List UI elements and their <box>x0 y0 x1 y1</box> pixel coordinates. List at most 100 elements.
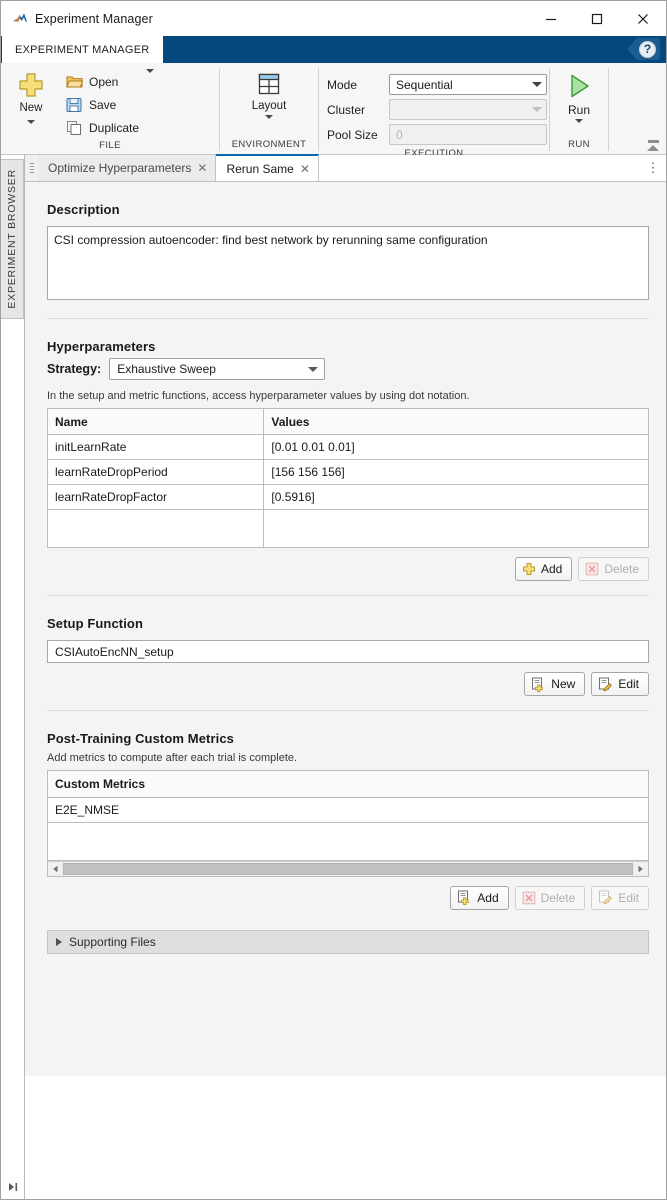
open-button-label: Open <box>89 75 118 89</box>
cell-values[interactable]: [156 156 156] <box>264 460 649 485</box>
column-header-custom-metrics[interactable]: Custom Metrics <box>48 771 648 797</box>
column-header-values[interactable]: Values <box>264 409 649 435</box>
tab-optimize-hyperparameters[interactable]: Optimize Hyperparameters ✕ <box>38 155 216 181</box>
scroll-left-arrow-icon[interactable] <box>49 865 62 873</box>
matlab-logo-icon <box>1 12 31 26</box>
mode-select[interactable]: Sequential <box>389 74 547 95</box>
tab-close-icon[interactable]: ✕ <box>197 162 207 174</box>
ribbon-group-file-label: FILE <box>1 139 219 154</box>
pool-size-input[interactable]: 0 <box>389 124 547 145</box>
hyperparameter-add-button[interactable]: Add <box>515 557 572 581</box>
column-header-name[interactable]: Name <box>48 409 264 435</box>
cell-name[interactable]: learnRateDropPeriod <box>48 460 264 485</box>
strategy-row: Strategy: Exhaustive Sweep <box>47 358 649 390</box>
table-row[interactable]: E2E_NMSE <box>48 797 648 822</box>
maximize-button[interactable] <box>574 2 620 36</box>
pool-size-value: 0 <box>396 128 542 142</box>
delete-button-label: Delete <box>604 562 639 576</box>
content-column: Optimize Hyperparameters ✕ Rerun Same ✕ … <box>25 155 666 1199</box>
layout-dropdown-caret-icon[interactable] <box>265 115 273 119</box>
custom-metrics-table[interactable]: Custom Metrics E2E_NMSE <box>48 771 648 861</box>
close-button[interactable] <box>620 2 666 36</box>
custom-metrics-button-row: Add Delete <box>47 877 649 910</box>
setup-function-input[interactable]: CSIAutoEncNN_setup <box>47 640 649 663</box>
cell-name[interactable]: learnRateDropFactor <box>48 485 264 510</box>
supporting-files-accordion[interactable]: Supporting Files <box>47 930 649 954</box>
ribbon-group-run: Run RUN <box>550 63 608 154</box>
cell-metric-name[interactable]: E2E_NMSE <box>48 797 648 822</box>
save-button[interactable]: Save <box>63 93 156 116</box>
spacer <box>47 581 649 595</box>
hyperparameters-heading: Hyperparameters <box>47 319 649 358</box>
duplicate-button[interactable]: Duplicate <box>63 116 156 139</box>
title-bar: Experiment Manager <box>1 1 666 36</box>
cluster-select[interactable] <box>389 99 547 120</box>
scrollbar-track[interactable] <box>62 863 634 875</box>
open-button[interactable]: Open <box>63 70 156 93</box>
experiment-browser-label: EXPERIMENT BROWSER <box>6 169 18 309</box>
minimize-button[interactable] <box>528 2 574 36</box>
pool-size-row: Pool Size 0 <box>327 122 547 147</box>
help-button[interactable]: ? <box>627 38 660 60</box>
new-button[interactable]: New <box>7 68 55 124</box>
new-dropdown-caret-icon[interactable] <box>27 120 35 124</box>
tab-overflow-menu-icon[interactable]: ⋮ <box>644 155 662 181</box>
table-row-empty[interactable] <box>48 510 649 548</box>
table-row[interactable]: learnRateDropPeriod [156 156 156] <box>48 460 649 485</box>
sidebar-item-experiment-browser[interactable]: EXPERIMENT BROWSER <box>1 159 24 319</box>
collapse-ribbon-button[interactable] <box>645 138 661 152</box>
layout-button[interactable]: Layout <box>230 68 308 119</box>
setup-function-heading: Setup Function <box>47 596 649 640</box>
setup-function-button-row: New Edit <box>47 663 649 696</box>
cell-values[interactable]: [0.5916] <box>264 485 649 510</box>
mode-row: Mode Sequential <box>327 72 547 97</box>
tab-close-icon[interactable]: ✕ <box>300 163 310 175</box>
experiment-definition-page: Description CSI compression autoencoder:… <box>25 182 666 954</box>
cell-empty[interactable] <box>48 510 264 548</box>
scrollbar-thumb[interactable] <box>63 863 633 875</box>
new-button-label: New <box>551 677 575 691</box>
custom-metric-edit-button[interactable]: Edit <box>591 886 649 910</box>
cell-name[interactable]: initLearnRate <box>48 435 264 460</box>
tab-experiment-manager[interactable]: EXPERIMENT MANAGER <box>2 36 163 63</box>
table-header-row: Name Values <box>48 409 649 435</box>
tab-bar-grip[interactable] <box>25 155 38 181</box>
ribbon-group-environment-label: ENVIRONMENT <box>220 138 318 154</box>
chevron-down-icon <box>532 107 542 112</box>
cell-empty[interactable] <box>264 510 649 548</box>
spacer <box>47 300 649 318</box>
run-button[interactable]: Run <box>552 68 606 123</box>
tab-rerun-same[interactable]: Rerun Same ✕ <box>216 154 318 181</box>
scroll-right-arrow-icon[interactable] <box>634 865 647 873</box>
window-title: Experiment Manager <box>35 12 153 26</box>
setup-function-new-button[interactable]: New <box>524 672 585 696</box>
description-textarea[interactable]: CSI compression autoencoder: find best n… <box>47 226 649 300</box>
cell-empty[interactable] <box>48 822 648 860</box>
supporting-files-label: Supporting Files <box>69 935 156 949</box>
expand-panel-button[interactable] <box>1 1181 24 1193</box>
add-file-icon <box>457 890 472 905</box>
save-button-label: Save <box>89 98 116 112</box>
run-dropdown-caret-icon[interactable] <box>575 119 583 123</box>
ribbon-group-file: New Open <box>1 63 219 154</box>
help-chevron-shape <box>627 38 637 60</box>
cell-values[interactable]: [0.01 0.01 0.01] <box>264 435 649 460</box>
expand-panel-icon <box>6 1181 20 1193</box>
strategy-label: Strategy: <box>47 362 101 376</box>
custom-metric-add-button[interactable]: Add <box>450 886 508 910</box>
table-row-empty[interactable] <box>48 822 648 860</box>
collapse-ribbon-arrow-icon <box>647 145 659 151</box>
custom-metric-delete-button[interactable]: Delete <box>515 886 586 910</box>
pool-size-label: Pool Size <box>327 128 389 142</box>
table-row[interactable]: initLearnRate [0.01 0.01 0.01] <box>48 435 649 460</box>
hyperparameters-table[interactable]: Name Values initLearnRate [0.01 0.01 0.0… <box>47 408 649 548</box>
custom-metrics-horizontal-scrollbar[interactable] <box>48 861 648 876</box>
strategy-select[interactable]: Exhaustive Sweep <box>109 358 325 380</box>
open-dropdown-caret-icon[interactable] <box>146 73 154 91</box>
hyperparameter-delete-button[interactable]: Delete <box>578 557 649 581</box>
edit-button-label: Edit <box>618 677 639 691</box>
table-row[interactable]: learnRateDropFactor [0.5916] <box>48 485 649 510</box>
ribbon-group-environment: Layout ENVIRONMENT <box>220 63 318 154</box>
setup-function-edit-button[interactable]: Edit <box>591 672 649 696</box>
experiment-definition-scroll-area[interactable]: Description CSI compression autoencoder:… <box>25 182 666 1076</box>
